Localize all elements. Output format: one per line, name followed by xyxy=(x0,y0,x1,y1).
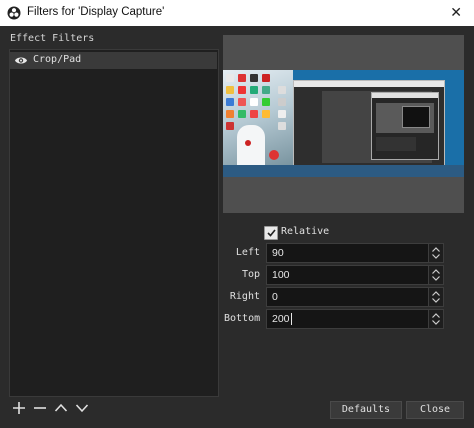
left-label: Left xyxy=(235,247,260,258)
decrement-icon[interactable] xyxy=(432,320,440,325)
desktop-wallpaper xyxy=(223,70,293,177)
preview-window-inner xyxy=(371,92,439,160)
top-value[interactable]: 100 xyxy=(272,269,290,281)
checkbox-box[interactable] xyxy=(264,226,278,240)
title-bar: Filters for 'Display Capture' ✕ xyxy=(0,0,474,26)
bottom-stepper[interactable] xyxy=(428,310,443,328)
left-stepper[interactable] xyxy=(428,244,443,262)
remove-icon[interactable] xyxy=(33,401,47,415)
relative-label: Relative xyxy=(281,226,330,237)
top-stepper[interactable] xyxy=(428,266,443,284)
right-value[interactable]: 0 xyxy=(272,291,278,303)
increment-icon[interactable] xyxy=(432,247,440,252)
move-up-icon[interactable] xyxy=(54,401,68,415)
right-stepper[interactable] xyxy=(428,288,443,306)
filter-preview xyxy=(223,35,464,213)
decrement-icon[interactable] xyxy=(432,254,440,259)
preview-screen-capture xyxy=(223,70,464,177)
add-icon[interactable] xyxy=(12,401,26,415)
right-spinbox[interactable]: 0 xyxy=(266,287,444,307)
left-value[interactable]: 90 xyxy=(272,247,284,259)
eye-icon[interactable] xyxy=(14,55,28,66)
filter-item-crop-pad[interactable]: Crop/Pad xyxy=(10,52,217,69)
window-close-icon[interactable]: ✕ xyxy=(450,4,462,21)
preview-taskbar xyxy=(223,165,464,177)
defaults-button[interactable]: Defaults xyxy=(330,401,402,419)
effect-filters-label: Effect Filters xyxy=(10,33,95,44)
filter-item-label: Crop/Pad xyxy=(33,54,82,65)
window-title: Filters for 'Display Capture' xyxy=(27,6,165,18)
decrement-icon[interactable] xyxy=(432,298,440,303)
top-spinbox[interactable]: 100 xyxy=(266,265,444,285)
increment-icon[interactable] xyxy=(432,269,440,274)
move-down-icon[interactable] xyxy=(75,401,89,415)
left-spinbox[interactable]: 90 xyxy=(266,243,444,263)
bottom-label: Bottom xyxy=(224,313,261,324)
decrement-icon[interactable] xyxy=(432,276,440,281)
bottom-spinbox[interactable]: 200 xyxy=(266,309,444,329)
filters-list[interactable]: Crop/Pad xyxy=(9,49,219,397)
increment-icon[interactable] xyxy=(432,291,440,296)
increment-icon[interactable] xyxy=(432,313,440,318)
bottom-value[interactable]: 200 xyxy=(272,313,292,325)
checkmark-icon xyxy=(267,229,276,237)
obs-logo-icon xyxy=(7,6,21,20)
top-label: Top xyxy=(241,269,260,280)
right-label: Right xyxy=(229,291,260,302)
close-button[interactable]: Close xyxy=(406,401,464,419)
